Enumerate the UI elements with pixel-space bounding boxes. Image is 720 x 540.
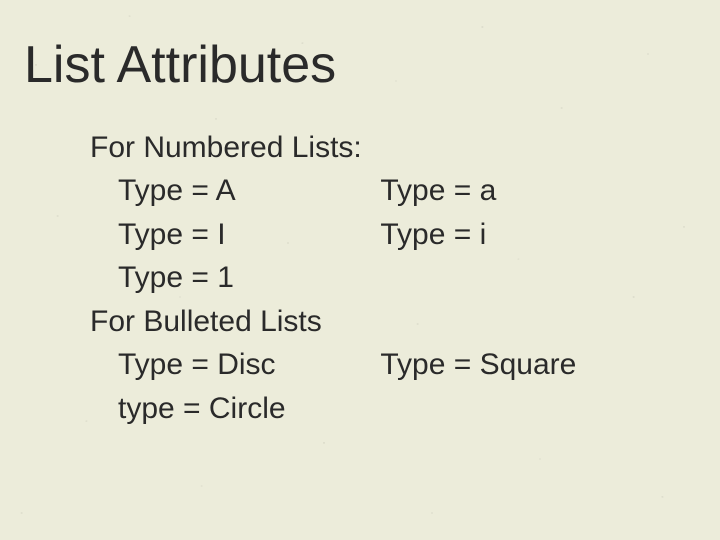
bulleted-type-circle: type = Circle bbox=[118, 387, 372, 431]
bulleted-type-disc: Type = Disc bbox=[118, 343, 372, 387]
numbered-row-1: Type = A Type = a bbox=[90, 169, 696, 213]
slide-title: List Attributes bbox=[24, 36, 696, 96]
bulleted-heading: For Bulleted Lists bbox=[90, 300, 696, 344]
slide: List Attributes For Numbered Lists: Type… bbox=[0, 0, 720, 540]
bulleted-type-square: Type = Square bbox=[380, 343, 576, 387]
numbered-type-one: Type = 1 bbox=[118, 256, 372, 300]
numbered-type-lower-a: Type = a bbox=[380, 169, 496, 213]
numbered-heading: For Numbered Lists: bbox=[90, 126, 696, 170]
numbered-row-3: Type = 1 bbox=[90, 256, 696, 300]
numbered-type-upper-i: Type = I bbox=[118, 213, 372, 257]
slide-body: For Numbered Lists: Type = A Type = a Ty… bbox=[24, 126, 696, 431]
numbered-type-lower-i: Type = i bbox=[380, 213, 486, 257]
numbered-type-upper-a: Type = A bbox=[118, 169, 372, 213]
bulleted-row-2: type = Circle bbox=[90, 387, 696, 431]
numbered-row-2: Type = I Type = i bbox=[90, 213, 696, 257]
bulleted-row-1: Type = Disc Type = Square bbox=[90, 343, 696, 387]
